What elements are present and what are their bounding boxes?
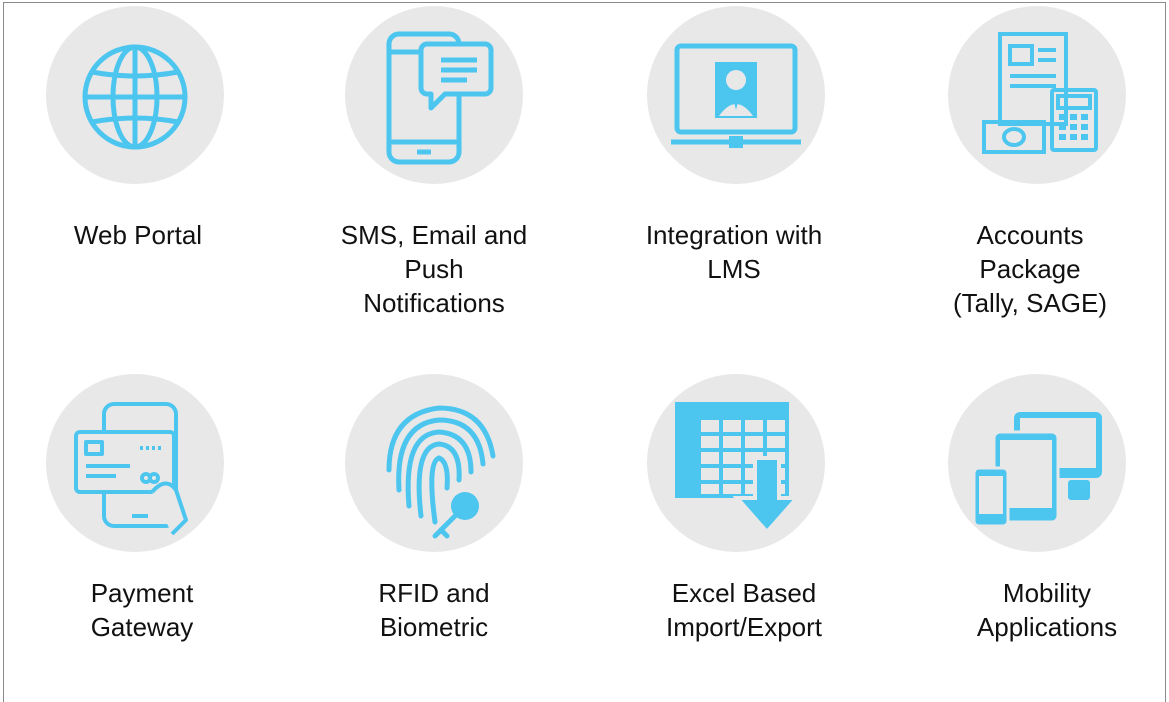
feature-label-sms-email: SMS, Email and Push Notifications [340, 220, 528, 318]
feature-label-web-portal: Web Portal [73, 220, 203, 250]
feature-label-accounts-package: Accounts Package (Tally, SAGE) [952, 220, 1108, 318]
monitor-person-icon [671, 43, 801, 148]
feature-circle [345, 6, 523, 184]
feature-grid: Web Portal SMS, Email and Push Notificat… [0, 0, 1169, 675]
credit-card-phone-icon [74, 402, 188, 536]
globe-icon [82, 44, 188, 150]
feature-circle [647, 6, 825, 184]
fingerprint-icon [386, 405, 496, 539]
accounts-calculator-icon [982, 32, 1098, 154]
phone-chat-icon [386, 31, 494, 165]
feature-label-excel-import: Excel Based Import/Export [665, 578, 823, 642]
devices-icon [972, 412, 1102, 528]
feature-label-integration-lms: Integration with LMS [645, 220, 823, 284]
feature-circle [345, 374, 523, 552]
feature-circle [647, 374, 825, 552]
feature-circle [46, 6, 224, 184]
feature-label-rfid-biometric: RFID and Biometric [378, 578, 490, 642]
spreadsheet-download-icon [675, 402, 802, 536]
feature-circle [948, 6, 1126, 184]
feature-circle [948, 374, 1126, 552]
feature-label-mobility: Mobility Applications [976, 578, 1118, 642]
feature-circle [46, 374, 224, 552]
feature-label-payment-gateway: Payment Gateway [90, 578, 194, 642]
